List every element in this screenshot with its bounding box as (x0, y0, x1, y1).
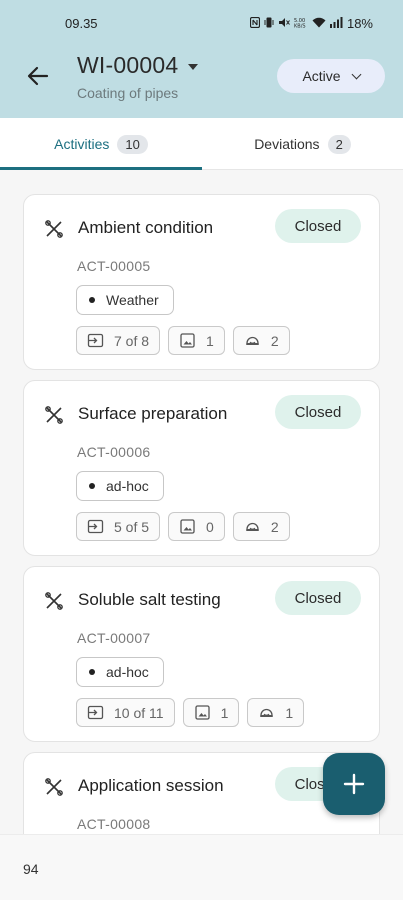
dot-icon (89, 483, 95, 489)
svg-text:KB/S: KB/S (294, 23, 306, 28)
footer-bar: 94 (0, 834, 403, 900)
battery-level: 18% (346, 16, 373, 31)
images-stat: 1 (168, 326, 225, 355)
tab-bar: Activities 10 Deviations 2 (0, 118, 403, 170)
activity-title: Surface preparation (78, 404, 228, 423)
helmet-icon (245, 336, 259, 345)
helmet-icon (260, 708, 274, 717)
images-stat: 0 (168, 512, 225, 541)
page-subtitle: Coating of pipes (77, 85, 179, 101)
arrow-left-icon (27, 66, 49, 86)
dot-icon (89, 297, 95, 303)
tab-deviations-label: Deviations (254, 136, 320, 152)
wifi-icon (312, 17, 326, 31)
activity-tag: ad-hoc (76, 657, 164, 687)
people-stat: 1 (247, 698, 305, 727)
activity-id: ACT-00007 (77, 630, 151, 646)
mute-icon (278, 17, 290, 31)
steps-value: 5 of 5 (114, 518, 150, 535)
activity-tag-label: Weather (106, 292, 159, 308)
caret-down-icon[interactable] (188, 63, 199, 70)
activity-tag: ad-hoc (76, 471, 164, 501)
activity-card[interactable]: Surface preparation Closed ACT-00006 ad-… (23, 380, 380, 556)
nfc-icon (249, 16, 261, 31)
tab-activities-count: 10 (117, 134, 148, 154)
images-value: 0 (206, 518, 214, 535)
status-dropdown[interactable]: Active (277, 59, 385, 93)
back-button[interactable] (24, 62, 52, 90)
tab-deviations[interactable]: Deviations 2 (202, 118, 403, 170)
steps-value: 10 of 11 (114, 704, 164, 721)
tools-icon (45, 406, 63, 424)
people-value: 2 (270, 332, 279, 349)
signal-icon (329, 16, 343, 31)
activity-card[interactable]: Ambient condition Closed ACT-00005 Weath… (23, 194, 380, 370)
plus-icon (343, 773, 365, 795)
activity-list[interactable]: Ambient condition Closed ACT-00005 Weath… (0, 171, 403, 834)
image-icon (194, 705, 210, 720)
activity-tag-label: ad-hoc (106, 664, 149, 680)
tab-activities[interactable]: Activities 10 (0, 118, 202, 170)
title-block[interactable]: WI-00004 Coating of pipes (77, 52, 199, 101)
activity-tag-label: ad-hoc (106, 478, 149, 494)
status-badge: Closed (275, 209, 361, 243)
activity-title: Application session (78, 776, 224, 795)
page-title: WI-00004 (77, 52, 179, 78)
activity-stats: 7 of 8 1 2 (76, 326, 290, 355)
people-stat: 2 (232, 512, 290, 541)
dot-icon (89, 669, 95, 675)
images-stat: 1 (182, 698, 240, 727)
tab-deviations-count: 2 (327, 134, 351, 154)
activity-tag: Weather (76, 285, 174, 315)
activity-id: ACT-00006 (77, 444, 151, 460)
status-time: 09.35 (65, 16, 98, 31)
status-badge: Closed (275, 395, 361, 429)
status-dropdown-label: Active (302, 68, 341, 84)
tools-icon (45, 778, 63, 796)
people-value: 1 (285, 704, 294, 721)
status-badge: Closed (275, 581, 361, 615)
activity-title: Ambient condition (78, 218, 214, 237)
activity-id: ACT-00008 (77, 816, 151, 832)
image-icon (180, 519, 195, 534)
tools-icon (45, 220, 63, 238)
footer-text: 94 (23, 861, 39, 877)
steps-value: 7 of 8 (114, 332, 150, 349)
chevron-down-icon (351, 69, 362, 79)
status-icons: 5.00 KB/S 18% (249, 16, 373, 31)
activity-stats: 10 of 11 1 1 (76, 698, 305, 727)
status-bar: 09.35 5.00 KB/S 18% (0, 14, 403, 34)
people-stat: 2 (232, 326, 290, 355)
steps-icon (87, 519, 104, 534)
steps-stat: 7 of 8 (76, 326, 161, 355)
data-icon: 5.00 KB/S (294, 17, 308, 31)
activity-card[interactable]: Soluble salt testing Closed ACT-00007 ad… (23, 566, 380, 742)
steps-stat: 5 of 5 (76, 512, 161, 541)
tools-icon (45, 592, 63, 610)
active-tab-indicator (0, 167, 202, 170)
steps-stat: 10 of 11 (76, 698, 175, 727)
steps-icon (87, 333, 104, 348)
steps-icon (87, 705, 104, 720)
images-value: 1 (206, 332, 214, 349)
activity-stats: 5 of 5 0 2 (76, 512, 290, 541)
app-header: 09.35 5.00 KB/S 18% WI-00004 Coating of … (0, 0, 403, 118)
activity-title: Soluble salt testing (78, 590, 221, 609)
add-activity-button[interactable] (323, 753, 385, 815)
helmet-icon (245, 522, 259, 531)
people-value: 2 (270, 518, 279, 535)
activity-id: ACT-00005 (77, 258, 151, 274)
tab-activities-label: Activities (54, 136, 110, 152)
image-icon (180, 333, 195, 348)
images-value: 1 (220, 704, 229, 721)
vibrate-icon (264, 17, 274, 31)
